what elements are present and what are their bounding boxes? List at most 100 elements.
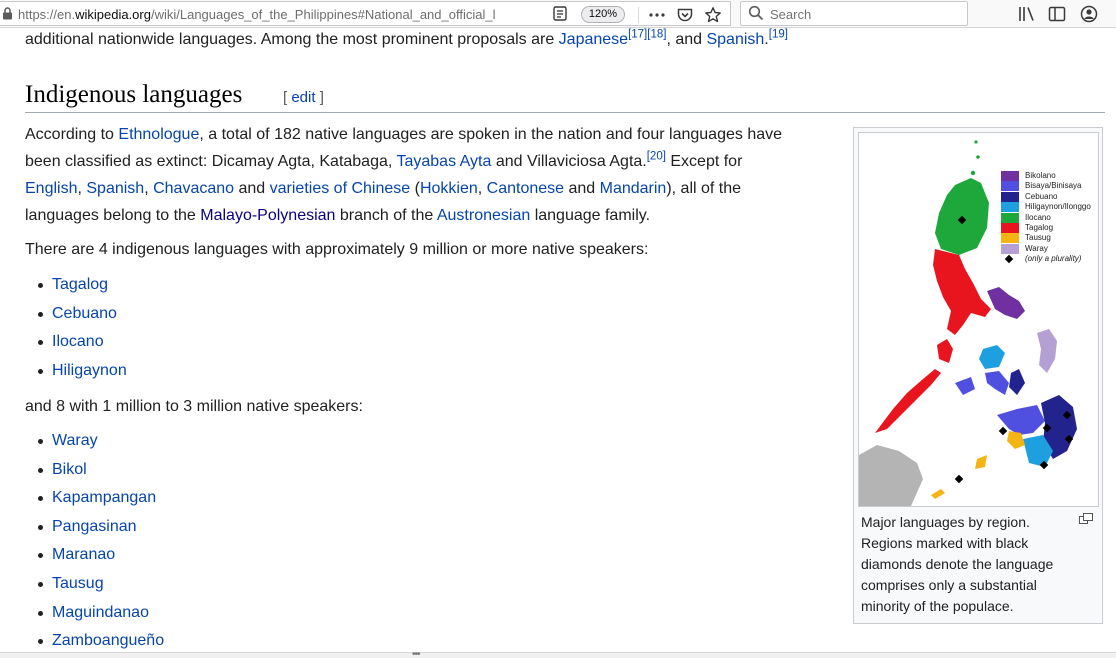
text: languages belong to the [25,207,201,224]
legend-item-diamond: (only a plurality) [1001,254,1091,264]
link-hokkien[interactable]: Hokkien [420,180,478,197]
map-region-bisaya [985,371,1009,395]
language-map-image[interactable]: Bikolano Bisaya/Binisaya Cebuano Hiligay… [858,132,1099,507]
map-region-bisaya-2 [955,377,975,395]
section-heading: Indigenous languages [ edit ] [25,80,1105,113]
search-icon [748,5,764,21]
link-hiligaynon[interactable]: Hiligaynon [52,362,127,379]
map-legend: Bikolano Bisaya/Binisaya Cebuano Hiligay… [1001,171,1091,265]
map-region-tagalog-luzon [933,249,991,335]
legend-swatch [1001,171,1019,181]
bookmark-star-icon[interactable] [704,6,722,24]
list-item: Bikol [37,456,164,485]
text: language family. [530,207,651,224]
resize-grip-icon: ••• [412,649,420,658]
text: ), all of the [666,180,742,197]
link-austronesian[interactable]: Austronesian [437,207,530,224]
link-cantonese[interactable]: Cantonese [487,180,564,197]
account-icon[interactable] [1080,5,1098,23]
link-tayabas-ayta[interactable]: Tayabas Ayta [396,153,491,170]
citation-20[interactable]: [20] [647,151,666,163]
minor-languages-list: Waray Bikol Kapampangan Pangasinan Maran… [37,427,164,652]
legend-item: Cebuano [1001,191,1091,202]
legend-swatch [1001,233,1019,244]
paragraph-ethnologue-line3: English, Spanish, Chavacano and varietie… [25,175,741,202]
legend-item: Tagalog [1001,222,1091,233]
paragraph-major-languages: There are 4 indigenous languages with ap… [25,241,649,258]
legend-item: Waray [1001,243,1091,254]
link-spanish[interactable]: Spanish [706,31,764,48]
legend-label: Ilocano [1025,212,1051,222]
page-actions-icon[interactable] [648,6,666,24]
map-island [976,155,980,159]
link-spanish-2[interactable]: Spanish [86,180,144,197]
text: , [144,180,154,197]
search-box[interactable]: Search [740,1,968,26]
sidebar-icon[interactable] [1048,5,1066,23]
text: additional nationwide languages. Among t… [25,31,559,48]
divider [638,7,639,23]
text: and [564,180,600,197]
link-ethnologue[interactable]: Ethnologue [118,126,199,143]
legend-label: Bisaya/Binisaya [1025,181,1082,191]
legend-swatch [1001,243,1019,254]
status-bar: ••• [0,649,1116,658]
list-item: Tagalog [38,271,127,300]
legend-swatch [1001,181,1019,192]
legend-item: Bikolano [1001,171,1091,181]
link-waray[interactable]: Waray [52,432,98,449]
plurality-diamond [998,426,1008,436]
link-cebuano[interactable]: Cebuano [52,305,117,322]
map-region-tausug-tawitawi [931,489,945,499]
citation-18[interactable]: [18] [647,29,666,41]
link-tagalog[interactable]: Tagalog [52,276,108,293]
legend-label: Bikolano [1025,171,1056,180]
search-input[interactable]: Search [770,7,811,22]
link-malayo-polynesian[interactable]: Malayo-Polynesian [200,207,335,224]
link-maranao[interactable]: Maranao [52,546,115,563]
list-item: Pangasinan [37,513,164,542]
url-text[interactable]: https://en.wikipedia.org/wiki/Languages_… [18,7,518,22]
legend-swatch [1001,191,1019,202]
text: , and [666,31,707,48]
link-tausug[interactable]: Tausug [52,575,104,592]
wikipedia-article: additional nationwide languages. Among t… [0,28,1116,652]
paragraph-ethnologue-line2: been classified as extinct: Dicamay Agta… [25,148,742,175]
map-region-cebuano [1009,369,1025,395]
edit-link[interactable]: edit [291,89,315,106]
text: ( [410,180,420,197]
reader-view-icon[interactable] [553,6,567,21]
major-languages-list: Tagalog Cebuano Ilocano Hiligaynon [38,271,127,385]
paragraph-ethnologue-line1: According to Ethnologue, a total of 182 … [25,121,782,148]
link-japanese[interactable]: Japanese [559,31,628,48]
edit-bracket: ] [315,89,324,106]
text: According to [25,126,119,143]
library-icon[interactable] [1018,5,1036,23]
link-english[interactable]: English [25,180,77,197]
map-island [974,140,978,144]
legend-label: Tagalog [1025,222,1054,232]
map-island [970,170,976,176]
legend-label: Waray [1025,243,1048,253]
link-zamboangueno[interactable]: Zamboangueño [52,632,164,649]
link-ilocano[interactable]: Ilocano [52,333,104,350]
citation-19[interactable]: [19] [769,29,788,41]
link-kapampangan[interactable]: Kapampangan [52,489,156,506]
pocket-icon[interactable] [676,6,694,24]
citation-17[interactable]: [17] [628,29,647,41]
list-item: Waray [37,427,164,456]
zoom-level-button[interactable]: 120% [581,6,625,23]
map-region-tausug-sulu [975,455,987,469]
link-chavacano[interactable]: Chavacano [153,180,234,197]
link-mandarin[interactable]: Mandarin [600,180,667,197]
link-maguindanao[interactable]: Maguindanao [52,604,149,621]
link-bikol[interactable]: Bikol [52,461,87,478]
legend-item: Ilocano [1001,212,1091,223]
legend-label: Tausug [1025,233,1051,243]
address-bar[interactable]: https://en.wikipedia.org/wiki/Languages_… [0,1,731,26]
link-pangasinan[interactable]: Pangasinan [52,518,137,535]
list-item: Zamboangueño [37,627,164,652]
link-varieties-of-chinese[interactable]: varieties of Chinese [270,180,411,197]
text: been classified as extinct: Dicamay Agta… [25,153,397,170]
map-region-hiligaynon [979,345,1005,369]
